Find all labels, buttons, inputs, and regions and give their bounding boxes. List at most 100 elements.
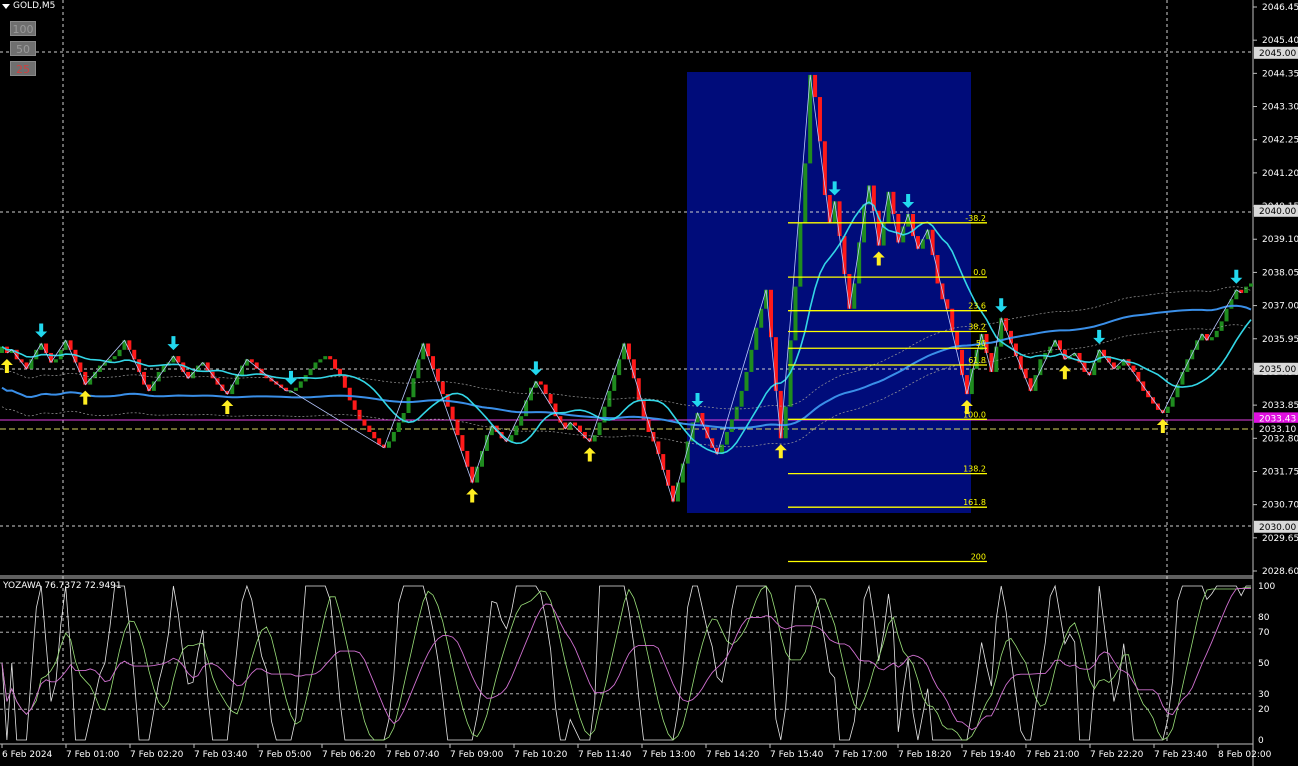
arrow-up-icon [1058,365,1071,380]
osc-tick-label: 0 [1258,736,1264,746]
bull-bar [524,400,529,417]
bear-bar [357,409,362,420]
bull-bar [421,343,426,360]
bull-bar [298,381,303,388]
time-tick-label: 7 Feb 03:40 [194,750,248,760]
bear-bar [538,381,543,385]
bull-bar [1116,365,1121,369]
bull-bar [416,359,421,379]
time-tick-label: 7 Feb 06:20 [322,750,376,760]
fib-level-label: 161.8 [963,498,986,507]
time-tick-label: 7 Feb 10:20 [514,750,568,760]
time-tick-label: 7 Feb 15:40 [770,750,824,760]
bull-bar [622,343,627,360]
bull-bar [783,406,788,439]
price-tag: 2030.00 [1259,523,1296,533]
time-tick-label: 6 Feb 2024 [2,750,53,760]
fib-level-label: 23.6 [968,302,986,311]
bull-bar [749,349,754,372]
arrow-down-icon [167,336,180,351]
bear-bar [666,469,671,486]
fib-level-label: 138.2 [963,465,986,474]
bull-bar [391,431,396,442]
bull-bar [386,441,391,448]
bear-bar [362,419,367,426]
bull-bar [1209,337,1214,341]
zoom-50-button[interactable]: 50 [10,41,36,56]
zoom-25-button[interactable]: 25 [10,61,36,76]
arrow-down-icon [1230,269,1243,284]
bull-bar [1234,289,1239,300]
price-tick-label: 2039.10 [1262,235,1298,245]
arrow-up-icon [466,488,479,503]
price-tag: 2040.00 [1259,207,1296,217]
bear-bar [847,273,852,309]
bear-bar [817,97,822,142]
bear-bar [347,387,352,401]
time-tick-label: 7 Feb 01:00 [66,750,120,760]
price-axis[interactable]: 2046.45 2045.40 2044.35 2043.30 2042.25 2041.… [1253,3,1298,577]
bull-bar [396,422,401,432]
bear-bar [367,425,372,432]
bull-bar [293,387,298,391]
bear-bar [450,406,455,420]
osc-tick-label: 20 [1258,705,1270,715]
dropdown-triangle-icon[interactable] [2,3,10,9]
price-tick-label: 2030.70 [1262,501,1298,511]
bear-bar [470,466,475,483]
bear-bar [837,201,842,237]
arrow-up-icon [583,447,596,462]
bear-bar [1146,390,1151,398]
fib-level-label: 61.8 [968,356,986,365]
arrow-up-icon [0,358,13,373]
osc-tick-label: 80 [1258,613,1270,623]
bull-bar [1092,362,1097,376]
price-tick-label: 2033.85 [1262,401,1298,411]
price-tick-label: 2044.35 [1262,69,1298,79]
osc-tick-label: 100 [1258,582,1275,592]
time-tick-label: 7 Feb 17:00 [834,750,888,760]
bull-bar [744,371,749,391]
time-tick-label: 7 Feb 22:20 [1090,750,1144,760]
bear-bar [553,403,558,417]
overlays-layer [1,74,1252,503]
time-tick-label: 7 Feb 23:40 [1154,750,1208,760]
symbol-title[interactable]: GOLD,M5 [2,1,55,11]
price-tick-label: 2035.95 [1262,335,1298,345]
bull-bar [754,327,759,350]
bull-bar [1244,286,1249,293]
chart-canvas[interactable]: -38.20.023.638.25061.8100.0138.2161.8200… [0,0,1298,766]
bear-bar [543,384,548,395]
bear-bar [333,359,338,369]
arrow-down-icon [995,298,1008,313]
bull-bar [161,365,166,372]
bull-bar [308,368,313,376]
time-tick-label: 7 Feb 13:00 [642,750,696,760]
price-tag: 2033.10 [1259,425,1296,435]
bear-bar [964,375,969,395]
time-axis[interactable]: 6 Feb 2024 7 Feb 01:00 7 Feb 02:20 7 Feb 03… [1,744,1272,760]
bull-bar [994,346,999,372]
time-tick-label: 7 Feb 18:20 [898,750,952,760]
bull-bar [318,359,323,363]
bear-bar [372,431,377,439]
bear-bar [440,381,445,395]
price-tick-label: 2043.30 [1262,103,1298,113]
zigzag-line [6,74,1242,503]
time-tick-label: 7 Feb 19:40 [962,750,1016,760]
band-upper-line [1,286,1252,410]
bear-bar [842,236,847,274]
bear-bar [636,378,641,401]
zoom-100-button[interactable]: 100 [10,21,36,36]
bull-bar [612,375,617,391]
price-tick-label: 2045.40 [1262,36,1298,46]
bull-bar [171,356,176,363]
price-tag: 2035.00 [1259,365,1296,375]
bull-bar [739,390,744,407]
bear-bar [1057,340,1062,350]
bull-bar [1170,397,1175,407]
time-tick-label: 8 Feb 02:00 [1218,750,1272,760]
bull-bar [112,356,117,360]
bear-bar [435,368,440,382]
bear-bar [671,485,676,502]
